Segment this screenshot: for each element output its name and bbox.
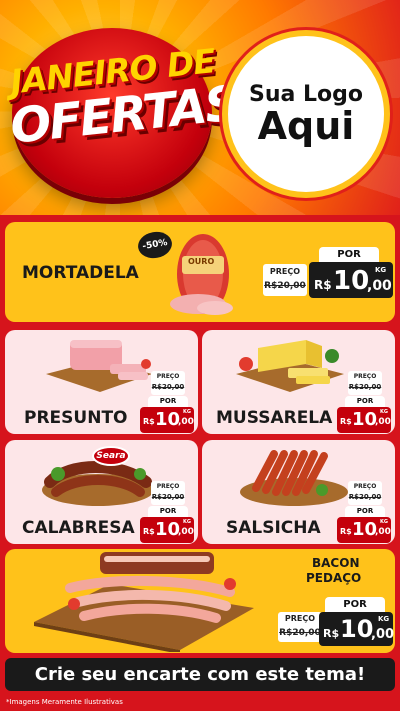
currency: R$	[314, 278, 332, 292]
product-name-presunto: PRESUNTO	[24, 408, 128, 428]
logo-line-2: Aqui	[257, 103, 355, 148]
mortadela-brand-label: OURO	[188, 257, 215, 266]
presunto-image	[46, 340, 152, 392]
per-label-tab-salsicha: POR	[345, 506, 385, 517]
price-decimal: ,00	[371, 627, 395, 642]
per-label-tab-mussarela: POR	[345, 396, 385, 407]
price-unit: KG	[380, 519, 388, 525]
old-price-value: R$20,00	[151, 383, 185, 391]
product-name-bacon-line-2: PEDAÇO	[306, 571, 362, 585]
product-name-calabresa: CALABRESA	[22, 518, 135, 538]
old-price-box-bacon: PREÇO R$20,00	[278, 612, 322, 642]
old-price-label: PREÇO	[353, 373, 377, 380]
currency: R$	[143, 417, 155, 426]
old-price-box-mortadela: PREÇO R$20,00	[263, 264, 307, 296]
old-price-value: R$20,00	[151, 493, 185, 501]
mussarela-image	[236, 340, 344, 392]
price-decimal: ,00	[375, 417, 391, 427]
price-integer: 10	[155, 409, 181, 430]
price-integer: 10	[333, 266, 370, 296]
old-price-box-mussarela: PREÇO R$20,00	[348, 371, 382, 395]
price-unit: KG	[183, 409, 191, 415]
old-price-label: PREÇO	[156, 373, 180, 380]
seara-brand-logo: Seara	[92, 446, 130, 466]
mortadela-image	[170, 234, 233, 315]
currency: R$	[340, 527, 352, 536]
price-integer: 10	[155, 519, 181, 540]
bacon-image	[34, 552, 254, 652]
currency: R$	[143, 527, 155, 536]
price-unit: KG	[378, 615, 390, 623]
salsicha-image	[240, 450, 348, 506]
old-price-value: R$20,00	[279, 628, 321, 638]
disclaimer-text: *Imagens Meramente Ilustrativas	[6, 698, 123, 706]
price-decimal: ,00	[178, 527, 194, 537]
header-banner: JANEIRO DE OFERTAS Sua Logo Aqui	[0, 0, 400, 215]
old-price-value: R$20,00	[348, 383, 382, 391]
price-decimal: ,00	[375, 527, 391, 537]
price-unit: KG	[380, 409, 388, 415]
per-label-tab-mortadela: POR	[319, 247, 379, 262]
new-price-box-bacon: R$ 10 ,00 KG	[319, 612, 395, 646]
per-label-tab-presunto: POR	[148, 396, 188, 407]
product-name-mortadela: MORTADELA	[22, 263, 139, 283]
new-price-box-presunto: R$ 10 ,00 KG	[140, 407, 194, 433]
new-price-box-mussarela: R$ 10 ,00 KG	[337, 407, 391, 433]
new-price-box-mortadela: R$ 10 ,00 KG	[309, 262, 393, 298]
price-unit: KG	[183, 519, 191, 525]
new-price-box-salsicha: R$ 10 ,00 KG	[337, 517, 391, 543]
old-price-value: R$20,00	[348, 493, 382, 501]
price-decimal: ,00	[367, 278, 392, 294]
product-name-mussarela: MUSSARELA	[216, 408, 333, 428]
per-label-tab-bacon: POR	[325, 597, 385, 612]
product-name-salsicha: SALSICHA	[226, 518, 321, 538]
price-unit: KG	[375, 266, 387, 274]
currency: R$	[340, 417, 352, 426]
cta-banner[interactable]: Crie seu encarte com este tema!	[5, 658, 395, 691]
price-integer: 10	[352, 409, 378, 430]
old-price-label: PREÇO	[353, 483, 377, 490]
old-price-box-presunto: PREÇO R$20,00	[151, 371, 185, 395]
per-label-tab-calabresa: POR	[148, 506, 188, 517]
old-price-value: R$20,00	[264, 281, 306, 291]
old-price-box-calabresa: PREÇO R$20,00	[151, 481, 185, 505]
old-price-label: PREÇO	[269, 267, 301, 276]
old-price-box-salsicha: PREÇO R$20,00	[348, 481, 382, 505]
new-price-box-calabresa: R$ 10 ,00 KG	[140, 517, 194, 543]
logo-line-1: Sua Logo	[248, 81, 363, 107]
currency: R$	[323, 627, 340, 640]
product-name-bacon-line-1: BACON	[312, 556, 360, 570]
price-integer: 10	[340, 615, 374, 643]
old-price-label: PREÇO	[284, 614, 316, 623]
price-decimal: ,00	[178, 417, 194, 427]
price-integer: 10	[352, 519, 378, 540]
old-price-label: PREÇO	[156, 483, 180, 490]
logo-placeholder: Sua Logo Aqui	[222, 30, 390, 198]
